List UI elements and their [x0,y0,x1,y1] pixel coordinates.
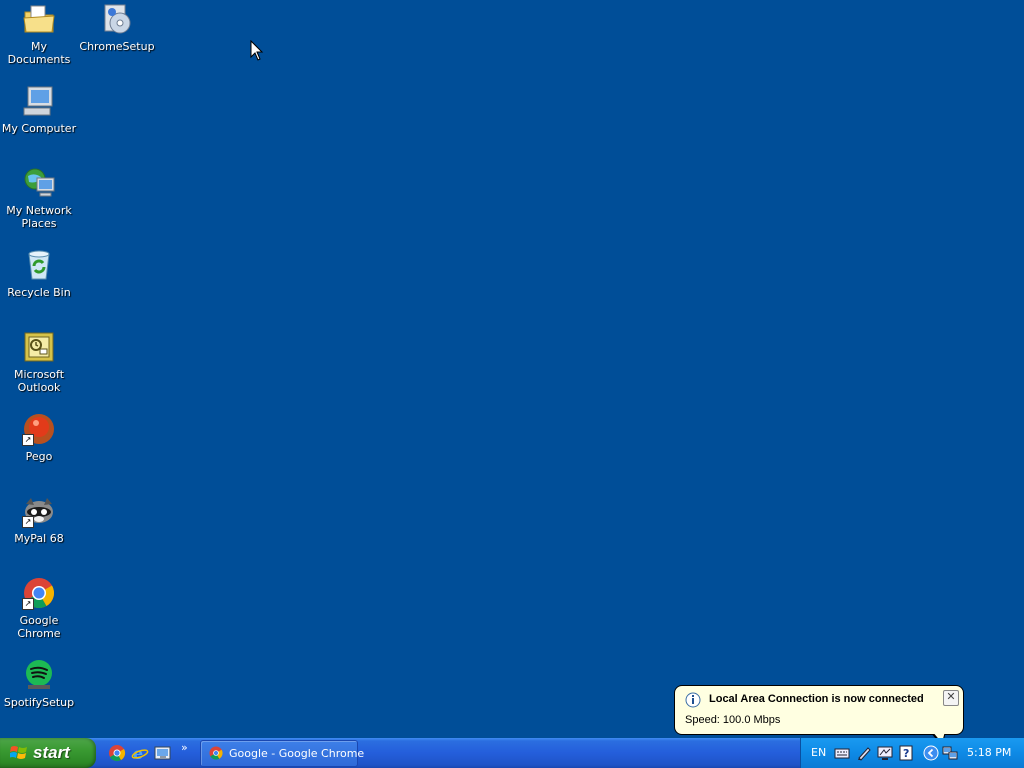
svg-text:?: ? [903,747,909,760]
shortcut-arrow-icon: ↗ [22,434,34,446]
info-icon [685,692,701,708]
spotify-icon [22,658,56,692]
chrome-icon [209,746,223,760]
network-places-icon [22,166,56,200]
monitor-icon[interactable] [877,745,893,761]
language-indicator[interactable]: EN [811,746,826,759]
start-button[interactable]: start [0,738,96,768]
chrome-icon[interactable] [108,744,126,762]
desktop-icon-google-chrome[interactable]: ↗ Google Chrome [0,576,78,640]
chrome-icon: ↗ [22,576,56,610]
system-tray: EN ? 5:18 PM [800,738,1024,768]
computer-icon [22,84,56,118]
desktop-icon-chromesetup[interactable]: ChromeSetup [78,2,156,53]
notification-title: Local Area Connection is now connected [709,693,924,705]
desktop-icon-mypal[interactable]: ↗ MyPal 68 [0,494,78,545]
desktop-icon-label: Recycle Bin [7,286,71,299]
help-icon[interactable]: ? [898,745,914,761]
taskbar: start e » Google - Google Chrome EN ? 5:… [0,738,1024,768]
taskbar-item-label: Google - Google Chrome [229,747,365,760]
desktop-icon-label: Google Chrome [17,614,61,640]
notification-balloon[interactable]: Local Area Connection is now connected S… [674,685,964,735]
show-desktop-icon[interactable] [154,744,172,762]
desktop-icon-label: ChromeSetup [79,40,155,53]
notification-text: Speed: 100.0 Mbps [685,714,781,726]
show-hidden-icon[interactable] [923,745,939,761]
desktop-icon-my-computer[interactable]: My Computer [0,84,78,135]
keyboard-icon[interactable] [834,745,850,761]
recycle-bin-icon [22,248,56,282]
desktop-icon-label: MyPal 68 [14,532,64,545]
desktop-icon-recycle-bin[interactable]: Recycle Bin [0,248,78,299]
pego-icon: ↗ [22,412,56,446]
mypal-icon: ↗ [22,494,56,528]
windows-logo-icon [10,746,27,759]
shortcut-arrow-icon: ↗ [22,516,34,528]
desktop-icon-my-documents[interactable]: My Documents [0,2,78,66]
desktop-icon-spotifysetup[interactable]: SpotifySetup [0,658,78,709]
desktop-icon-pego[interactable]: ↗ Pego [0,412,78,463]
start-label: start [33,743,70,762]
pen-icon[interactable] [856,745,872,761]
quick-launch-more-button[interactable]: » [181,741,188,754]
setup-cd-icon [100,2,134,36]
desktop-icon-label: My Computer [1,122,77,135]
shortcut-arrow-icon: ↗ [22,598,34,610]
close-icon[interactable]: ✕ [943,690,959,706]
network-icon[interactable] [942,745,958,761]
folder-documents-icon [22,2,56,36]
desktop: My Documents ChromeSetup My Computer My … [0,0,1024,738]
desktop-icon-label: My Network Places [6,204,72,230]
ie-icon[interactable]: e [131,744,149,762]
desktop-icon-label: My Documents [7,40,71,66]
desktop-icon-microsoft-outlook[interactable]: Microsoft Outlook [0,330,78,394]
clock[interactable]: 5:18 PM [967,746,1011,759]
desktop-icon-label: Microsoft Outlook [13,368,65,394]
taskbar-item-chrome[interactable]: Google - Google Chrome [200,740,364,767]
mouse-cursor-icon [250,40,264,61]
desktop-icon-my-network-places[interactable]: My Network Places [0,166,78,230]
desktop-icon-label: SpotifySetup [3,696,75,709]
desktop-icon-label: Pego [25,450,53,463]
outlook-icon [22,330,56,364]
